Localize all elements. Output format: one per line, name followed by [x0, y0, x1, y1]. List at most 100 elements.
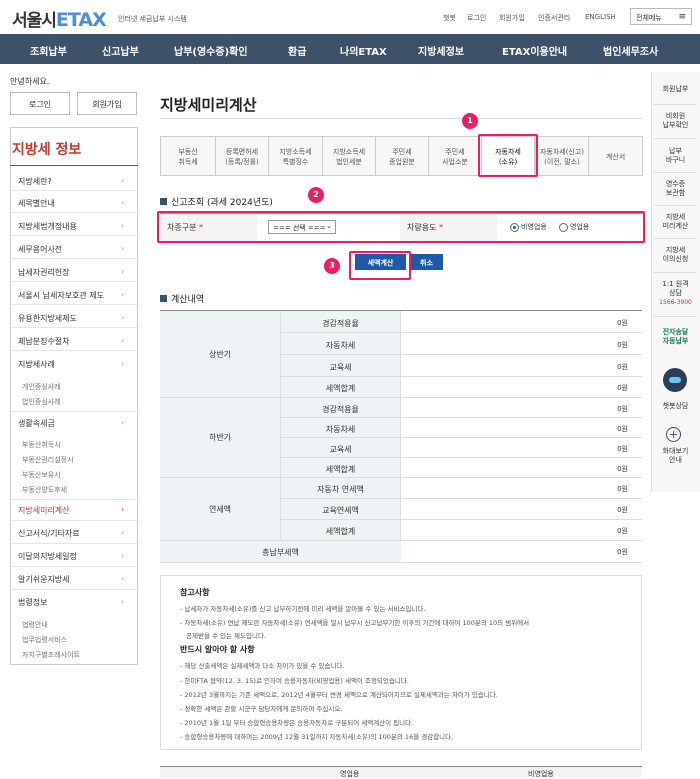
- chatbot-link[interactable]: 챗봇: [443, 13, 456, 23]
- divider: [10, 499, 138, 500]
- quick-cart[interactable]: 납부 바구니: [651, 147, 700, 165]
- side-item[interactable]: 유용한지방세제도: [18, 313, 77, 324]
- quick-zoom-guide[interactable]: 화대보기 안내: [651, 447, 700, 465]
- nav-etax-guide[interactable]: ETAX이용안내: [502, 43, 567, 58]
- quick-nonmember-check[interactable]: 비회원 납부확인: [651, 112, 700, 130]
- side-subitem[interactable]: 부동산권리설정시: [22, 455, 74, 465]
- side-join-button[interactable]: 회원가입: [77, 92, 137, 115]
- divider: [10, 520, 138, 521]
- divider: [10, 281, 138, 282]
- zoom-plus-icon[interactable]: +: [666, 427, 681, 442]
- quick-pre-calc[interactable]: 지방세 미리계산: [651, 213, 700, 231]
- tab-resident-tax-employee[interactable]: 주민세 종업원분: [375, 136, 428, 176]
- side-item[interactable]: 지방세란?: [18, 176, 52, 187]
- tab-income-tax-special[interactable]: 지방소득세 특별징수: [268, 136, 322, 176]
- side-subitem[interactable]: 부동산취득시: [22, 440, 61, 450]
- signup-link[interactable]: 회원가입: [499, 13, 525, 23]
- side-subitem[interactable]: 부동산보유시: [22, 470, 61, 480]
- side-subitem[interactable]: 법무법령서비스: [22, 635, 67, 645]
- side-item[interactable]: 생활속세금: [18, 418, 55, 429]
- divider: [654, 238, 696, 239]
- chevron-right-icon: ›: [121, 313, 125, 322]
- nav-corp-audit[interactable]: 법인세무조사: [603, 43, 658, 58]
- tab-registration-tax[interactable]: 등록면허세 (등록/정률): [215, 136, 268, 176]
- side-item[interactable]: 지방세법개정내용: [18, 221, 77, 232]
- tab-acquisition-tax[interactable]: 부동산 취득세: [160, 136, 215, 176]
- group-first-half: 상반기: [160, 311, 280, 398]
- side-item[interactable]: 이달의지방세일정: [18, 551, 77, 562]
- nav-local-tax-info[interactable]: 지방세정보: [418, 43, 464, 58]
- tab-car-tax-report[interactable]: 자동차세(신고) (이전, 말소): [535, 136, 588, 176]
- side-item[interactable]: 체납분징수절차: [18, 336, 70, 347]
- login-link[interactable]: 로그인: [467, 13, 486, 23]
- tab-statement[interactable]: 계산서: [588, 136, 642, 176]
- cancel-button[interactable]: 취소: [410, 254, 443, 270]
- side-item-active[interactable]: 지방세미리계산: [18, 505, 70, 516]
- row-value: 0원: [401, 458, 642, 478]
- all-menu-button[interactable]: 전체메뉴 ≡: [630, 8, 692, 25]
- note-line: - 납세자가 자동차세(소유)를 신고 납부하기전에 미리 세액을 알아볼 수 …: [180, 605, 426, 613]
- chevron-right-icon: ›: [121, 418, 125, 427]
- chevron-right-icon: ›: [121, 574, 125, 583]
- note-line: - 2010년 1월 1일 부터 승합형승용차량은 승용자동차로 구분되어 세액…: [180, 719, 414, 727]
- divider: [10, 350, 138, 351]
- side-login-button[interactable]: 로그인: [10, 92, 70, 115]
- side-item[interactable]: 지방세사례: [18, 359, 55, 370]
- quick-e-delivery[interactable]: 전자송달 자동납부: [651, 328, 700, 346]
- side-item[interactable]: 세무용어사전: [18, 244, 62, 255]
- english-link[interactable]: ENGLISH: [585, 13, 616, 21]
- side-item[interactable]: 알기쉬운지방세: [18, 574, 70, 585]
- side-subitem[interactable]: 개인중심사례: [22, 382, 61, 392]
- nav-refund[interactable]: 환급: [288, 43, 306, 58]
- chevron-right-icon: ›: [121, 198, 125, 207]
- quick-chatbot[interactable]: 챗봇상담: [651, 402, 700, 411]
- total-label: 총납부세액: [160, 541, 401, 563]
- side-item[interactable]: 납세자권리헌장: [18, 267, 70, 278]
- tab-resident-tax-business[interactable]: 주민세 사업소분: [428, 136, 481, 176]
- chevron-right-icon: ›: [121, 597, 125, 606]
- tab-income-tax-corp[interactable]: 지방소득세 법인세분: [322, 136, 375, 176]
- nav-inquiry-payment[interactable]: 조회납부: [30, 43, 67, 58]
- site-logo[interactable]: 서울시ETAX: [12, 6, 107, 31]
- quick-remote-support[interactable]: 1:1 원격 상담 1566-3900: [651, 280, 700, 307]
- row-value: 0원: [401, 377, 642, 398]
- side-item[interactable]: 신고서식/기타자료: [18, 528, 80, 539]
- row-label: 교육세: [280, 355, 401, 377]
- chevron-right-icon: ›: [121, 221, 125, 230]
- nav-my-etax[interactable]: 나의ETAX: [340, 43, 387, 58]
- note-line: - 해당 산출세액은 실제세액과 다소 차이가 있을 수 있습니다.: [180, 662, 345, 670]
- chatbot-icon[interactable]: [663, 368, 687, 392]
- row-label: 경감적용율: [280, 311, 401, 333]
- row-value: 0원: [401, 398, 642, 418]
- side-subitem[interactable]: 법인중심사례: [22, 397, 61, 407]
- quick-objection[interactable]: 지방세 이의신청: [651, 246, 700, 264]
- bottom-table-header: [160, 766, 642, 778]
- side-item[interactable]: 법령정보: [18, 597, 47, 608]
- side-item[interactable]: 서울시 납세자보호관 제도: [18, 290, 104, 301]
- row-label: 자동차세: [280, 333, 401, 355]
- notes2-title: 반드시 알아야 할 사항: [180, 645, 255, 654]
- highlight-box: [349, 251, 411, 280]
- nav-receipt-check[interactable]: 납부(영수증)확인: [174, 43, 248, 58]
- row-label: 자동차세: [280, 418, 401, 438]
- page-title: 지방세미리계산: [160, 96, 257, 114]
- row-value: 0원: [401, 418, 642, 438]
- side-item[interactable]: 세목별안내: [18, 198, 55, 209]
- divider: [10, 258, 138, 259]
- tab-border: [642, 136, 643, 176]
- divider: [10, 566, 138, 567]
- row-label: 세액합계: [280, 520, 401, 541]
- side-subitem[interactable]: 부동산양도후세: [22, 485, 67, 495]
- title-divider: [160, 118, 642, 119]
- quick-receipt-box[interactable]: 영수증 보관함: [651, 180, 700, 198]
- row-value: 0원: [401, 520, 642, 541]
- quick-member-payment[interactable]: 회원납부: [651, 85, 700, 94]
- row-label: 자동차 연세액: [280, 478, 401, 499]
- cert-link[interactable]: 인증서관리: [538, 13, 570, 23]
- divider: [10, 190, 138, 191]
- side-subitem[interactable]: 자치구별조례사이트: [22, 650, 80, 660]
- highlight-box: [157, 211, 645, 243]
- divider: [10, 212, 138, 213]
- nav-report-payment[interactable]: 신고납부: [102, 43, 139, 58]
- side-subitem[interactable]: 법령안내: [22, 620, 48, 630]
